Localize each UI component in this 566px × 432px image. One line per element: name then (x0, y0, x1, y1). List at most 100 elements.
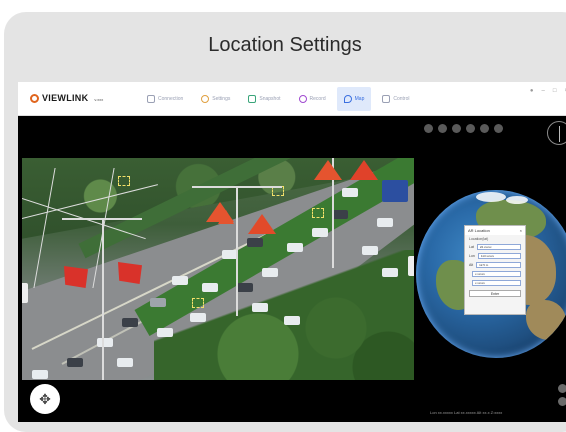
viewlink-logo-icon (30, 93, 39, 103)
vehicle (332, 210, 348, 219)
detection-box (312, 208, 324, 218)
nav-map[interactable]: Map (336, 87, 372, 111)
toolbar-buttons (424, 124, 503, 133)
flag-marker (218, 210, 234, 224)
flag-marker (118, 262, 142, 284)
detection-box (192, 298, 204, 308)
field-label: Lat (469, 244, 474, 249)
vehicle (382, 180, 408, 202)
vehicle (97, 338, 113, 347)
app-logo-text: VIEWLINK (42, 93, 89, 103)
snapshot-icon (248, 95, 257, 103)
viewlink-app-window: VIEWLINK v.xxx Connection Settings Snaps… (18, 82, 566, 422)
extra-field[interactable]: x.xxxxx (472, 279, 521, 286)
detection-box (118, 176, 130, 186)
flag-marker (314, 160, 342, 180)
ptz-joystick[interactable]: ✥ (30, 384, 60, 414)
altitude-field[interactable]: 12.5 m (476, 261, 521, 268)
vehicle (252, 303, 268, 312)
dialog-titlebar: AR Location × (465, 226, 525, 235)
toolbar-button[interactable] (494, 124, 503, 133)
vehicle (32, 370, 48, 379)
dialog-row: Alt 12.5 m (465, 260, 525, 269)
vehicle (237, 283, 253, 292)
main-nav: Connection Settings Snapshot Record Map (140, 87, 417, 111)
vehicle (247, 238, 263, 247)
vehicle (262, 268, 278, 277)
nav-label: Connection (158, 96, 184, 102)
card-title: Location Settings (208, 34, 362, 56)
maximize-icon[interactable]: □ (553, 88, 557, 94)
field-label: Alt (469, 262, 474, 267)
dialog-row: Lat 22.xxxxx (465, 242, 525, 251)
video-right-handle[interactable] (408, 256, 414, 276)
globe-cloud (506, 196, 528, 204)
dialog-title: AR Location (468, 228, 490, 233)
flag-marker (350, 160, 378, 180)
user-icon[interactable]: ● (530, 88, 534, 94)
nav-settings[interactable]: Settings (194, 87, 237, 111)
vehicle (117, 358, 133, 367)
longitude-field[interactable]: 113.xxxxx (477, 252, 521, 259)
nav-connection[interactable]: Connection (140, 87, 190, 111)
vehicle (362, 246, 378, 255)
zoom-out-button[interactable] (558, 397, 566, 406)
coordinates-readout: Lon xx.xxxxx Lat xx.xxxxx Alt xx.x Z:xxx… (430, 410, 503, 415)
vehicle (377, 218, 393, 227)
vehicle (287, 243, 303, 252)
vehicle (342, 188, 358, 197)
globe-map[interactable]: AR Location × Location(lat) Lat 22.xxxxx… (416, 190, 566, 358)
nav-control[interactable]: Control (375, 87, 416, 111)
vehicle (172, 276, 188, 285)
toolbar-button[interactable] (438, 124, 447, 133)
toolbar-button[interactable] (452, 124, 461, 133)
vehicle (202, 283, 218, 292)
vehicle (157, 328, 173, 337)
nav-record[interactable]: Record (292, 87, 333, 111)
dialog-close-icon[interactable]: × (520, 228, 522, 233)
globe-land (526, 300, 566, 340)
latitude-field[interactable]: 22.xxxxx (476, 243, 521, 250)
video-left-handle[interactable] (22, 283, 28, 303)
map-side-buttons (558, 384, 566, 406)
nav-label: Settings (212, 96, 231, 102)
toolbar-button[interactable] (466, 124, 475, 133)
dialog-row: Lon 113.xxxxx (465, 251, 525, 260)
app-version: v.xxx (94, 96, 104, 102)
minimize-icon[interactable]: – (542, 88, 545, 94)
compass-icon[interactable] (547, 121, 566, 145)
toolbar-button[interactable] (480, 124, 489, 133)
nav-label: Snapshot (259, 96, 281, 102)
dialog-row: x.xxxxx (465, 278, 525, 287)
control-icon (382, 95, 391, 103)
connection-icon (147, 95, 155, 103)
vehicle (284, 316, 300, 325)
app-header: VIEWLINK v.xxx Connection Settings Snaps… (18, 82, 566, 116)
nav-label: Control (393, 96, 410, 102)
vehicle (150, 298, 166, 307)
vehicle (67, 358, 83, 367)
field-label: Lon (469, 253, 475, 258)
extra-field[interactable]: x.xxxxx (472, 270, 521, 277)
street-light-arm (62, 218, 142, 220)
flag-marker (248, 214, 276, 234)
toolbar-button[interactable] (424, 124, 433, 133)
flag-marker (64, 266, 88, 288)
location-settings-card: Location Settings VIEWLINK v.xxx Connect… (4, 12, 566, 432)
globe-cloud (476, 192, 506, 202)
vehicle (122, 318, 138, 327)
vehicle (190, 313, 206, 322)
ar-location-dialog: AR Location × Location(lat) Lat 22.xxxxx… (464, 225, 526, 315)
nav-snapshot[interactable]: Snapshot (241, 87, 287, 111)
dialog-row: x.xxxxx (465, 269, 525, 278)
vehicle (382, 268, 398, 277)
move-arrows-icon: ✥ (39, 391, 51, 407)
street-light-arm (192, 186, 282, 188)
zoom-in-button[interactable] (558, 384, 566, 393)
enter-button[interactable]: Enter (469, 290, 521, 297)
settings-icon (201, 95, 210, 103)
dialog-subtitle: Location(lat) (469, 237, 489, 241)
vehicle (312, 228, 328, 237)
window-controls: ● – □ × (530, 88, 566, 94)
nav-label: Record (309, 96, 326, 102)
